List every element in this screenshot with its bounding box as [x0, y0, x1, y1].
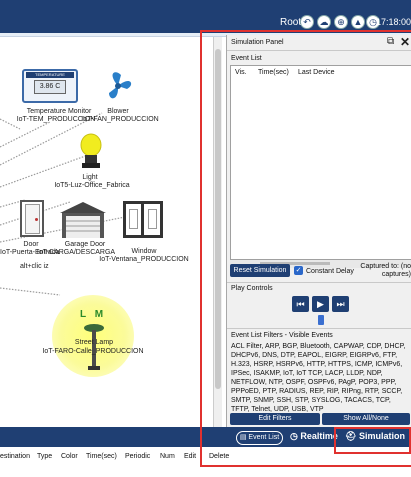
street-lamp-name: Street Lamp	[74, 339, 114, 346]
col-num[interactable]: Num	[160, 453, 175, 460]
temp-monitor-name: Temperature Monitor	[26, 108, 92, 115]
light-id: IoT5-Luz-Office_Fabrica	[54, 182, 130, 189]
garage-door-device[interactable]	[58, 201, 108, 239]
col-destination[interactable]: estination	[0, 453, 30, 460]
light-bulb-icon[interactable]	[78, 133, 104, 173]
landscape-icon[interactable]: ▲	[351, 15, 365, 29]
street-lamp-icon[interactable]	[83, 322, 105, 372]
temp-display-value: 3.86 C	[34, 80, 66, 94]
blower-name: Blower	[107, 108, 129, 115]
viewport-icon[interactable]: ⊕	[334, 15, 348, 29]
logical-workspace[interactable]: TEMPERATURE 3.86 C Temperature Monitor I…	[0, 37, 214, 427]
temp-display-header: TEMPERATURE	[26, 72, 74, 78]
garage-door-name: Garage Door	[64, 241, 106, 248]
blower-id: IoT-FAN_PRODUCCION	[81, 116, 159, 123]
fan-icon[interactable]	[101, 69, 135, 103]
street-lamp-id: IoT-FARO-Calle_PRODUCCION	[42, 348, 144, 355]
cloud-icon[interactable]: ☁	[317, 15, 331, 29]
window-id: IoT-Ventana_PRODUCCION	[99, 256, 189, 263]
col-type[interactable]: Type	[37, 453, 52, 460]
col-color[interactable]: Color	[61, 453, 78, 460]
temperature-monitor-device[interactable]: TEMPERATURE 3.86 C	[22, 69, 78, 103]
light-name: Light	[82, 174, 98, 181]
col-time[interactable]: Time(sec)	[86, 453, 117, 460]
annotation-frame	[200, 30, 411, 467]
door-name: Door	[23, 241, 39, 248]
window-name: Window	[131, 248, 157, 255]
window-device[interactable]	[123, 201, 163, 238]
back-icon[interactable]: ↶	[300, 15, 314, 29]
app-root: Root ↶ ☁ ⊕ ▲ ◷ 17:18:00 TEMPERATURE 3.86…	[0, 0, 411, 477]
col-edit[interactable]: Edit	[184, 453, 196, 460]
workspace-hint: alt+clic iz	[20, 263, 49, 270]
root-label[interactable]: Root	[280, 17, 301, 28]
lamp-badge: L M	[80, 309, 107, 320]
door-device[interactable]	[20, 200, 44, 237]
top-toolbar	[0, 0, 411, 33]
sim-time: 17:18:00	[376, 17, 411, 27]
simulation-tab-highlight	[334, 427, 411, 454]
col-periodic[interactable]: Periodic	[125, 453, 150, 460]
